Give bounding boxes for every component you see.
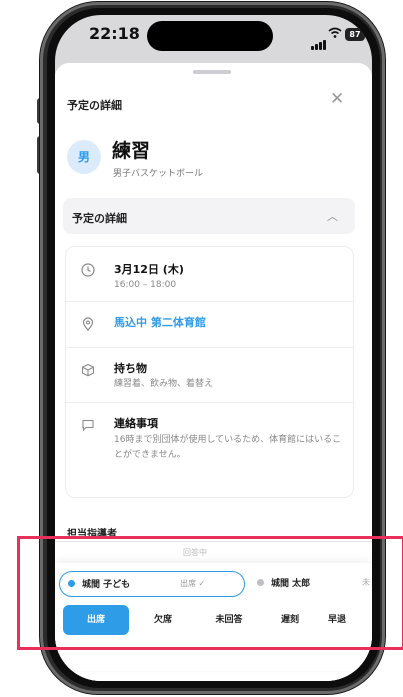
close-icon[interactable]: ✕: [330, 89, 344, 109]
clock-icon: [80, 263, 96, 279]
notes-title: 連絡事項: [114, 417, 158, 430]
items-title: 持ち物: [114, 362, 147, 375]
chevron-up-icon: ︿: [327, 210, 338, 223]
event-date: 3月12日 (木): [114, 263, 184, 276]
team-badge: 男: [67, 140, 101, 174]
sheet-grabber[interactable]: [193, 70, 231, 74]
notes-value: 16時まで別団体が使用しているため、体育館にはいることができません。: [114, 435, 342, 460]
event-team: 男子バスケットボール: [113, 169, 204, 179]
sheet-title: 予定の詳細: [67, 99, 122, 112]
status-bar: 22:18 87: [55, 15, 372, 59]
details-section-label: 予定の詳細: [72, 212, 127, 225]
event-title: 練習: [112, 140, 151, 162]
event-time: 16:00 – 18:00: [114, 280, 177, 290]
divider: [66, 301, 353, 302]
details-card: 3月12日 (木) 16:00 – 18:00 馬込中 第二体育館 持ち物 練習…: [65, 246, 354, 498]
dynamic-island: [147, 21, 273, 51]
battery-icon: 87: [345, 28, 365, 41]
event-location-link[interactable]: 馬込中 第二体育館: [114, 314, 206, 330]
wifi-icon: [328, 27, 342, 42]
message-icon: [80, 418, 96, 434]
divider: [66, 347, 353, 348]
box-icon: [80, 363, 96, 379]
items-value: 練習着、飲み物、着替え: [114, 379, 214, 389]
divider: [66, 402, 353, 403]
signal-icon: [311, 31, 327, 50]
highlight-box: [17, 536, 403, 650]
details-section-header[interactable]: 予定の詳細 ︿: [63, 198, 355, 234]
status-time: 22:18: [89, 24, 140, 43]
location-pin-icon: [80, 317, 96, 333]
